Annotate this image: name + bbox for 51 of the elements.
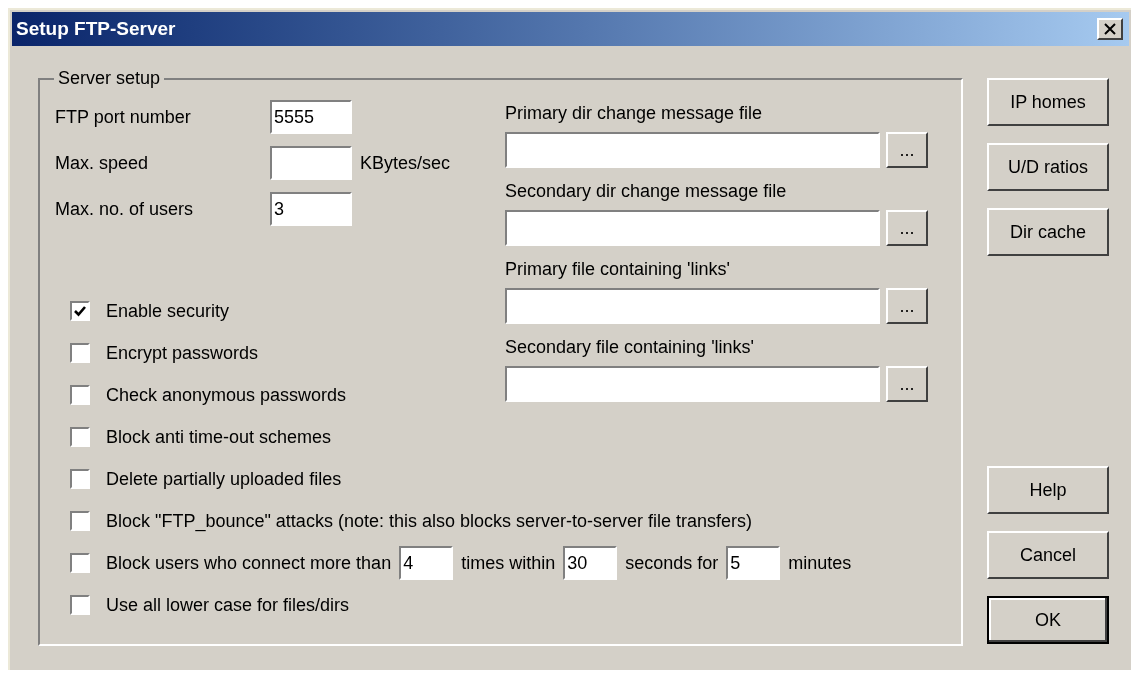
option-label: minutes xyxy=(788,551,852,575)
close-icon xyxy=(1104,23,1116,35)
side-button[interactable]: Dir cache xyxy=(987,208,1109,256)
file-label: Primary dir change message file xyxy=(505,101,764,125)
checkbox[interactable] xyxy=(70,385,90,405)
number-field[interactable]: 5 xyxy=(726,546,781,580)
file-label: Secondary file containing 'links' xyxy=(505,335,755,359)
option-label: Delete partially uploaded files xyxy=(106,467,342,491)
dialog-button[interactable]: Cancel xyxy=(987,531,1109,579)
file-label: Primary file containing 'links' xyxy=(505,257,731,281)
checkbox[interactable] xyxy=(70,301,90,321)
browse-button[interactable]: ... xyxy=(886,210,928,246)
browse-button[interactable]: ... xyxy=(886,132,928,168)
checkbox[interactable] xyxy=(70,553,90,573)
number-field[interactable]: 30 xyxy=(563,546,618,580)
input-field[interactable]: 3 xyxy=(270,192,352,226)
option-label: Enable security xyxy=(106,299,230,323)
option-label: Encrypt passwords xyxy=(106,341,259,365)
checkbox[interactable] xyxy=(70,343,90,363)
checkbox[interactable] xyxy=(70,427,90,447)
unit-label: KBytes/sec xyxy=(360,151,451,175)
side-button[interactable]: U/D ratios xyxy=(987,143,1109,191)
option-label: seconds for xyxy=(625,551,719,575)
dialog-button[interactable]: OK xyxy=(987,596,1109,644)
number-field[interactable]: 4 xyxy=(399,546,454,580)
dialog-button[interactable]: Help xyxy=(987,466,1109,514)
checkbox[interactable] xyxy=(70,595,90,615)
checkbox[interactable] xyxy=(70,511,90,531)
option-label: Use all lower case for files/dirs xyxy=(106,593,350,617)
file-label: Secondary dir change message file xyxy=(505,179,788,203)
input-field[interactable]: 5555 xyxy=(270,100,352,134)
side-button[interactable]: IP homes xyxy=(987,78,1109,126)
check-icon xyxy=(73,304,87,318)
input-field[interactable] xyxy=(270,146,352,180)
close-button[interactable] xyxy=(1097,18,1123,40)
field-label: Max. no. of users xyxy=(55,197,195,221)
window-title: Setup FTP-Server xyxy=(16,16,176,41)
input-field[interactable] xyxy=(505,210,880,246)
browse-button[interactable]: ... xyxy=(886,366,928,402)
option-label: Block anti time-out schemes xyxy=(106,425,332,449)
field-label: Max. speed xyxy=(55,151,150,175)
browse-button[interactable]: ... xyxy=(886,288,928,324)
field-label: FTP port number xyxy=(55,105,192,129)
option-label: Block users who connect more than xyxy=(106,551,392,575)
checkbox[interactable] xyxy=(70,469,90,489)
input-field[interactable] xyxy=(505,366,880,402)
option-label: times within xyxy=(461,551,556,575)
option-label: Block "FTP_bounce" attacks (note: this also blocks server-to-server file transfers) xyxy=(106,509,752,534)
input-field[interactable] xyxy=(505,288,880,324)
option-label: Check anonymous passwords xyxy=(106,383,347,407)
input-field[interactable] xyxy=(505,132,880,168)
